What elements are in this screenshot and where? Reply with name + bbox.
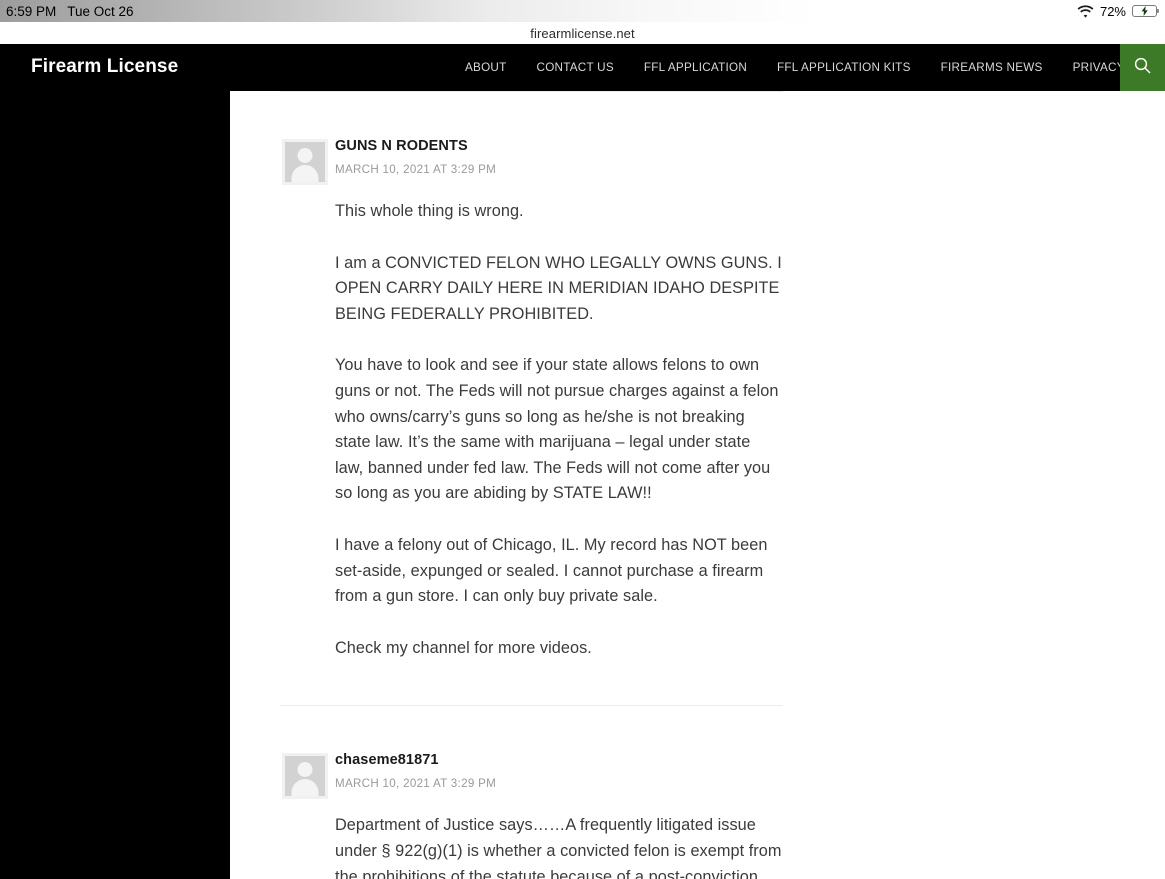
nav-item-ffl-application-kits[interactable]: FFL APPLICATION KITS xyxy=(762,44,926,91)
comment-timestamp[interactable]: MARCH 10, 2021 AT 3:29 PM xyxy=(335,777,783,790)
comment-header: GUNS N RODENTS MARCH 10, 2021 AT 3:29 PM xyxy=(280,138,783,187)
comment-paragraph: I have a felony out of Chicago, IL. My r… xyxy=(335,535,768,606)
nav-item-contact-us[interactable]: CONTACT US xyxy=(522,44,629,91)
search-toggle-button[interactable] xyxy=(1120,44,1165,91)
nav-item-ffl-application[interactable]: FFL APPLICATION xyxy=(629,44,762,91)
main-navigation: ABOUT CONTACT US FFL APPLICATION FFL APP… xyxy=(450,44,1165,91)
user-avatar-placeholder-icon xyxy=(282,753,328,800)
comment-author: GUNS N RODENTS xyxy=(335,138,468,154)
comment-paragraph: I am a CONVICTED FELON WHO LEGALLY OWNS … xyxy=(335,253,782,323)
comment-body: Department of Justice says……A frequently… xyxy=(280,813,783,879)
comment-timestamp[interactable]: MARCH 10, 2021 AT 3:29 PM xyxy=(335,163,783,176)
browser-url-bar[interactable]: firearmlicense.net xyxy=(0,22,1165,44)
nav-item-firearms-news[interactable]: FIREARMS NEWS xyxy=(926,44,1058,91)
status-bar-date: Tue Oct 26 xyxy=(67,3,134,19)
wifi-icon xyxy=(1077,4,1094,18)
comment-item: chaseme81871 MARCH 10, 2021 AT 3:29 PM D… xyxy=(280,706,783,879)
ios-status-bar: 6:59 PM Tue Oct 26 72% xyxy=(0,0,1165,22)
comment-list: GUNS N RODENTS MARCH 10, 2021 AT 3:29 PM… xyxy=(280,91,783,879)
battery-percent-label: 72% xyxy=(1099,3,1126,19)
status-bar-left: 6:59 PM Tue Oct 26 xyxy=(6,4,134,19)
status-bar-time: 6:59 PM xyxy=(6,3,57,19)
comment-paragraph: You have to look and see if your state a… xyxy=(335,356,779,503)
comment-paragraph: Check my channel for more videos. xyxy=(335,638,592,657)
web-page: GUNS N RODENTS MARCH 10, 2021 AT 3:29 PM… xyxy=(0,44,1165,879)
site-header: Firearm License ABOUT CONTACT US FFL APP… xyxy=(0,44,1165,91)
site-title[interactable]: Firearm License xyxy=(31,56,178,78)
status-bar-right: 72% xyxy=(1077,3,1160,19)
user-avatar-placeholder-icon xyxy=(282,139,328,185)
battery-charging-icon xyxy=(1132,5,1160,17)
comment-paragraph: This whole thing is wrong. xyxy=(335,202,524,220)
comment-item: GUNS N RODENTS MARCH 10, 2021 AT 3:29 PM… xyxy=(280,92,783,705)
comment-author: chaseme81871 xyxy=(335,752,439,769)
comment-header: chaseme81871 MARCH 10, 2021 AT 3:29 PM xyxy=(280,752,783,801)
search-icon xyxy=(1134,57,1151,79)
nav-item-about[interactable]: ABOUT xyxy=(450,44,522,91)
comment-body: This whole thing is wrong. I am a CONVIC… xyxy=(280,199,783,661)
site-sidebar xyxy=(0,44,230,879)
url-text[interactable]: firearmlicense.net xyxy=(530,26,634,41)
comment-paragraph: Department of Justice says……A frequently… xyxy=(335,816,782,879)
comments-content-area: GUNS N RODENTS MARCH 10, 2021 AT 3:29 PM… xyxy=(230,91,1165,879)
